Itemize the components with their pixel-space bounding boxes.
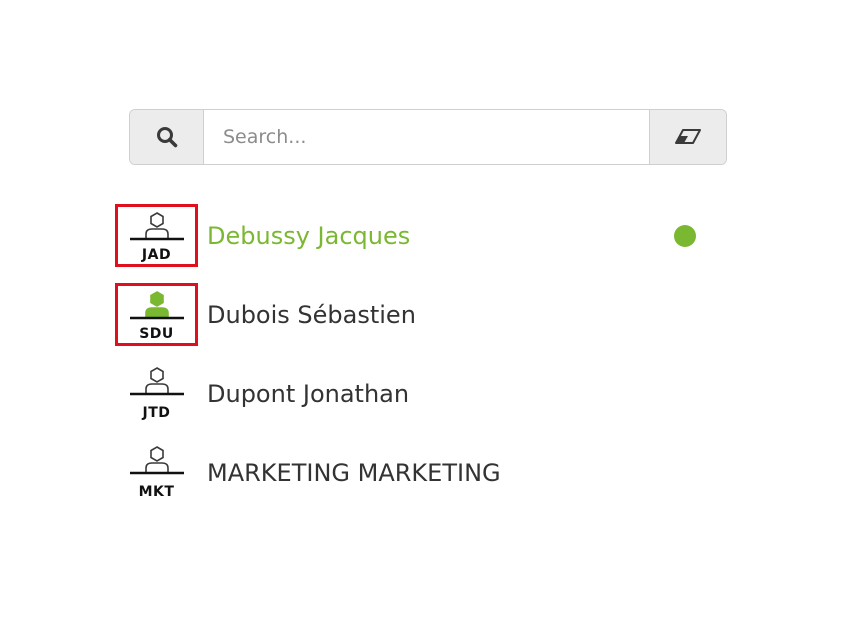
user-initials: MKT: [138, 484, 175, 500]
clear-search-button[interactable]: [649, 110, 726, 164]
user-list-item[interactable]: MKT MARKETING MARKETING: [115, 433, 715, 512]
person-desk-icon: [129, 291, 184, 320]
user-initials: JAD: [141, 247, 172, 263]
user-list-item[interactable]: JAD Debussy Jacques: [115, 196, 715, 275]
user-list-item[interactable]: SDU Dubois Sébastien: [115, 275, 715, 354]
user-avatar[interactable]: SDU: [115, 283, 198, 346]
user-initials: SDU: [139, 326, 174, 342]
user-list: JAD Debussy Jacques SDU Dubois Sébastien JTD…: [115, 196, 715, 512]
person-desk-icon: [129, 367, 184, 396]
user-avatar[interactable]: JAD: [115, 204, 198, 267]
search-button[interactable]: [130, 110, 204, 164]
user-avatar[interactable]: JTD: [115, 362, 198, 425]
search-input[interactable]: [204, 110, 649, 164]
user-initials: JTD: [142, 405, 171, 421]
person-desk-icon: [129, 212, 184, 241]
user-name[interactable]: MARKETING MARKETING: [207, 459, 501, 487]
search-bar: [129, 109, 727, 165]
search-icon: [156, 127, 177, 148]
user-name[interactable]: Debussy Jacques: [207, 222, 410, 250]
eraser-icon: [675, 129, 701, 144]
online-status-dot: [674, 224, 696, 247]
user-list-item[interactable]: JTD Dupont Jonathan: [115, 354, 715, 433]
user-avatar[interactable]: MKT: [115, 441, 198, 504]
user-name[interactable]: Dupont Jonathan: [207, 380, 409, 408]
person-desk-icon: [129, 446, 184, 475]
user-name[interactable]: Dubois Sébastien: [207, 301, 416, 329]
